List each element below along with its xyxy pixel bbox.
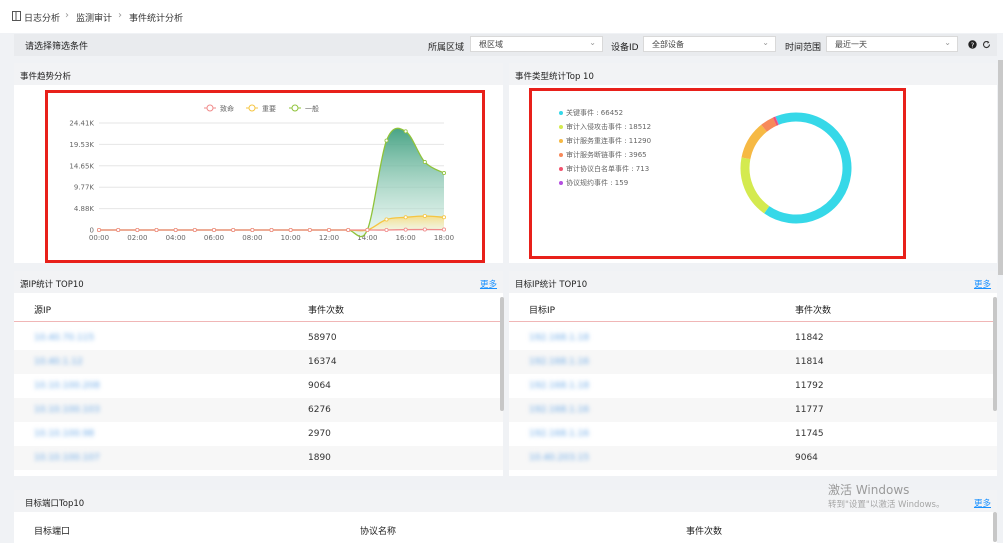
table-row: 10.40.1.12 16374 — [14, 350, 503, 374]
target-ip-link[interactable]: 10.40.203.15 — [529, 453, 589, 463]
breadcrumb-monitor-audit[interactable]: 监测审计 — [76, 11, 112, 24]
svg-text:?: ? — [971, 41, 975, 49]
col-event-count: 事件次数 — [308, 306, 345, 316]
target-ip-link[interactable]: 192.168.1.16 — [529, 357, 589, 367]
col-target-ip: 目标IP — [529, 306, 556, 316]
highlight-box — [529, 88, 906, 259]
source-ip-panel-header: 源IP统计 TOP10 更多 — [14, 271, 503, 293]
target-ip-link[interactable]: 192.168.1.16 — [529, 429, 589, 439]
event-count-cell: 11792 — [795, 381, 824, 391]
col-event-count: 事件次数 — [686, 527, 723, 537]
breadcrumb: 日志分析 › 监测审计 › 事件统计分析 — [0, 0, 1003, 33]
timerange-select-value: 最近一天 — [835, 40, 867, 49]
scrollbar[interactable] — [500, 297, 504, 411]
table-header: 目标端口 协议名称 事件次数 — [14, 514, 997, 541]
source-ip-link[interactable]: 10.40.1.12 — [34, 357, 83, 367]
event-count-cell: 11745 — [795, 429, 824, 439]
table-header: 源IP 事件次数 — [14, 295, 503, 322]
event-count-cell: 58970 — [308, 333, 337, 343]
source-ip-link[interactable]: 10.10.100.208 — [34, 381, 100, 391]
filter-title: 请选择筛选条件 — [25, 42, 89, 52]
source-ip-link[interactable]: 10.40.70.115 — [34, 333, 94, 343]
table-row: 10.10.100.103 6276 — [14, 398, 503, 422]
filter-bar: 请选择筛选条件 所属区域 根区域 ⌄ 设备ID 全部设备 ⌄ 时间范围 最近一天… — [14, 34, 997, 56]
device-select[interactable]: 全部设备 ⌄ — [643, 36, 776, 52]
refresh-icon[interactable] — [982, 40, 991, 49]
breadcrumb-separator-icon: › — [65, 10, 69, 21]
timerange-label: 时间范围 — [785, 43, 822, 53]
windows-activation-hint: 转到"设置"以激活 Windows。 — [828, 500, 945, 510]
scrollbar[interactable] — [993, 512, 997, 542]
device-label: 设备ID — [611, 43, 639, 53]
table-row: 10.40.70.115 58970 — [14, 326, 503, 350]
event-count-cell: 11777 — [795, 405, 824, 415]
region-label: 所属区域 — [428, 43, 465, 53]
event-count-cell: 11814 — [795, 357, 824, 367]
region-select[interactable]: 根区域 ⌄ — [470, 36, 603, 52]
source-ip-title: 源IP统计 TOP10 — [20, 280, 84, 290]
windows-activation-title: 激活 Windows — [828, 483, 910, 497]
event-count-cell: 11842 — [795, 333, 824, 343]
table-row: 10.10.100.98 2970 — [14, 422, 503, 446]
table-row: 10.10.100.107 1890 — [14, 446, 503, 470]
target-ip-panel-header: 目标IP统计 TOP10 更多 — [509, 271, 997, 293]
source-ip-link[interactable]: 10.10.100.107 — [34, 453, 100, 463]
table-row: 192.168.1.16 11777 — [509, 398, 997, 422]
source-ip-more-link[interactable]: 更多 — [480, 278, 497, 290]
event-count-cell: 6276 — [308, 405, 331, 415]
chevron-down-icon: ⌄ — [762, 38, 769, 47]
breadcrumb-separator-icon: › — [118, 10, 122, 21]
target-port-title: 目标端口Top10 — [25, 499, 85, 509]
source-ip-link[interactable]: 10.10.100.103 — [34, 405, 100, 415]
source-ip-panel: 源IP统计 TOP10 更多 源IP 事件次数 10.40.70.115 5897… — [14, 271, 504, 476]
scrollbar[interactable] — [993, 297, 997, 411]
col-source-ip: 源IP — [34, 306, 52, 316]
target-port-more-link[interactable]: 更多 — [974, 497, 991, 509]
col-event-count: 事件次数 — [795, 306, 832, 316]
table-row: 192.168.1.16 11745 — [509, 422, 997, 446]
breadcrumb-event-stats: 事件统计分析 — [129, 14, 184, 24]
target-ip-more-link[interactable]: 更多 — [974, 278, 991, 290]
highlight-box — [45, 90, 485, 263]
target-ip-link[interactable]: 192.168.1.16 — [529, 405, 589, 415]
table-row: 10.10.100.208 9064 — [14, 374, 503, 398]
target-ip-panel: 目标IP统计 TOP10 更多 目标IP 事件次数 192.168.1.18 11… — [509, 271, 997, 476]
breadcrumb-log-analysis[interactable]: 日志分析 — [24, 11, 60, 24]
event-count-cell: 9064 — [308, 381, 331, 391]
event-count-cell: 9064 — [795, 453, 818, 463]
source-ip-link[interactable]: 10.10.100.98 — [34, 429, 94, 439]
region-select-value: 根区域 — [479, 40, 503, 49]
event-count-cell: 1890 — [308, 453, 331, 463]
help-icon[interactable]: ? — [968, 40, 977, 49]
table-header: 目标IP 事件次数 — [509, 295, 997, 322]
target-ip-title: 目标IP统计 TOP10 — [515, 280, 588, 290]
table-row: 10.40.203.15 9064 — [509, 446, 997, 470]
event-count-cell: 2970 — [308, 429, 331, 439]
report-icon — [12, 11, 21, 21]
chevron-down-icon: ⌄ — [589, 38, 596, 47]
target-ip-link[interactable]: 192.168.1.18 — [529, 333, 589, 343]
col-protocol-name: 协议名称 — [360, 527, 397, 537]
page-scrollbar[interactable] — [998, 60, 1003, 275]
col-target-port: 目标端口 — [34, 527, 71, 537]
chevron-down-icon: ⌄ — [944, 38, 951, 47]
target-ip-link[interactable]: 192.168.1.18 — [529, 381, 589, 391]
event-count-cell: 16374 — [308, 357, 337, 367]
device-select-value: 全部设备 — [652, 40, 684, 49]
table-row: 192.168.1.18 11792 — [509, 374, 997, 398]
table-row: 192.168.1.18 11842 — [509, 326, 997, 350]
timerange-select[interactable]: 最近一天 ⌄ — [826, 36, 958, 52]
table-row: 192.168.1.16 11814 — [509, 350, 997, 374]
